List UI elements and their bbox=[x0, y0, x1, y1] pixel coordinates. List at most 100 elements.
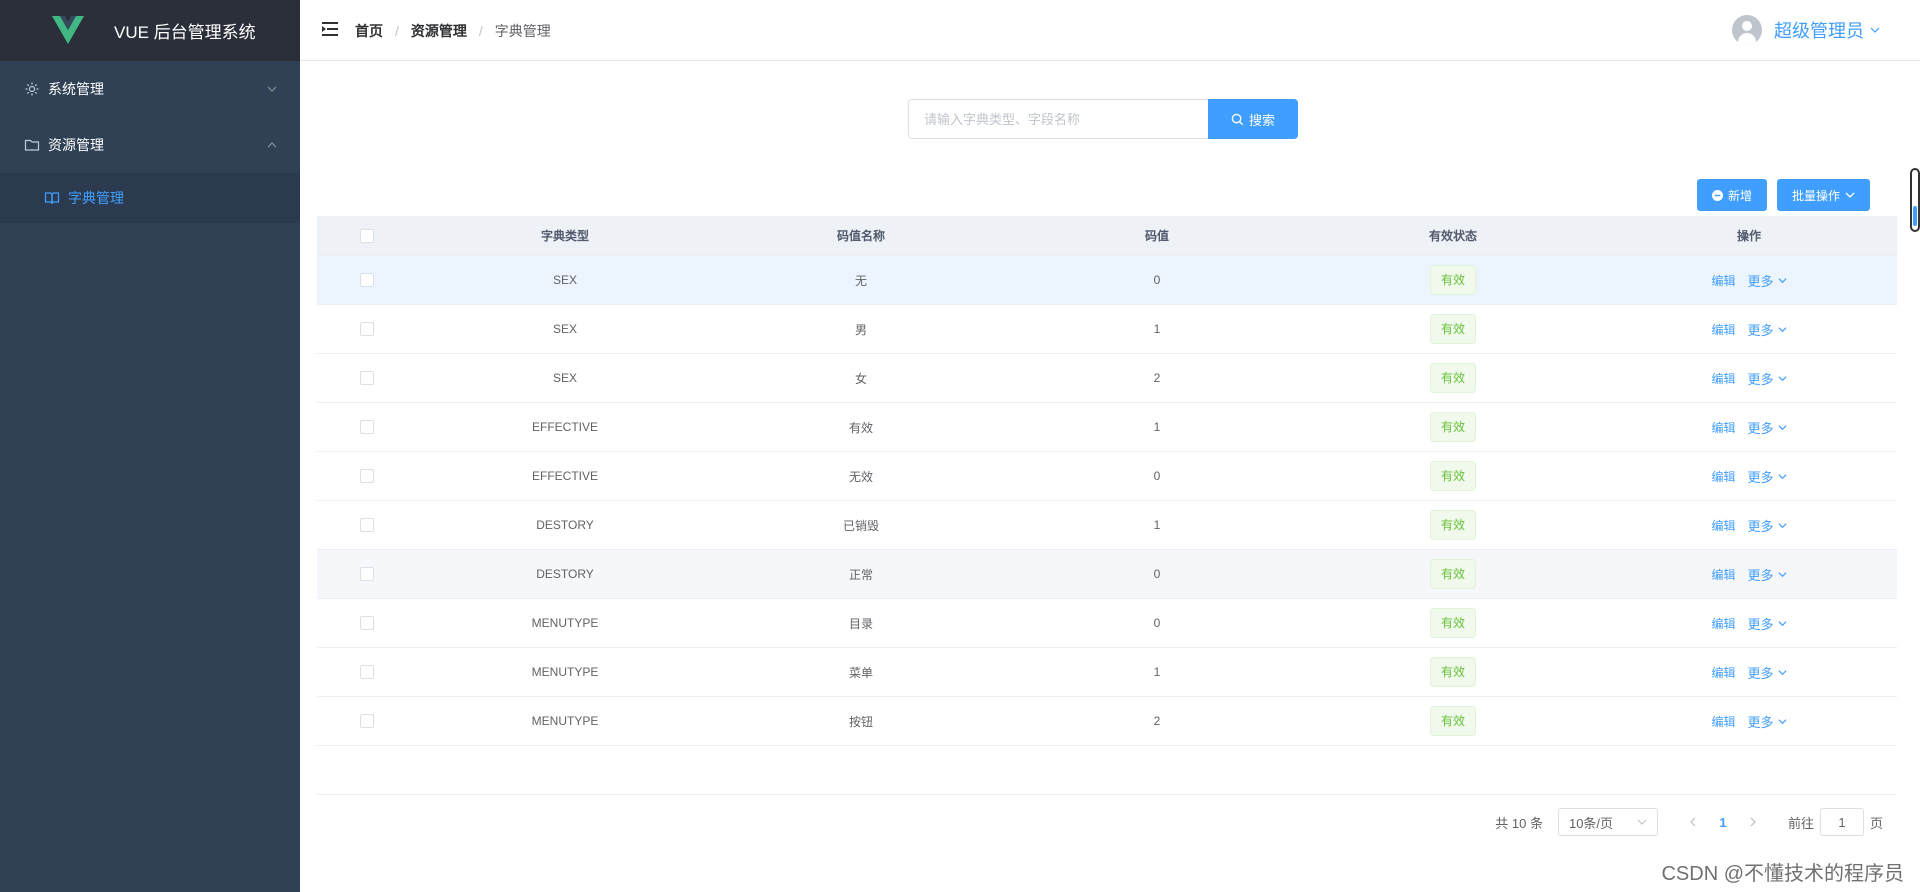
edit-link[interactable]: 编辑 bbox=[1711, 419, 1735, 436]
table-row[interactable]: MENUTYPE 按钮 2 有效 编辑 更多 bbox=[317, 697, 1897, 746]
edit-link[interactable]: 编辑 bbox=[1711, 272, 1735, 289]
user-menu[interactable]: 超级管理员 bbox=[1732, 15, 1880, 45]
more-dropdown[interactable]: 更多 bbox=[1748, 663, 1787, 682]
column-header[interactable]: 码值名称 bbox=[713, 227, 1009, 244]
edit-link[interactable]: 编辑 bbox=[1711, 713, 1735, 730]
chevron-down-icon bbox=[1845, 192, 1855, 198]
chevron-down-icon bbox=[1870, 27, 1880, 33]
avatar bbox=[1732, 15, 1762, 45]
more-dropdown[interactable]: 更多 bbox=[1748, 516, 1787, 535]
edit-link[interactable]: 编辑 bbox=[1711, 566, 1735, 583]
status-badge: 有效 bbox=[1429, 559, 1476, 589]
chevron-down-icon bbox=[1637, 819, 1647, 825]
search-button[interactable]: 搜索 bbox=[1208, 99, 1298, 139]
cell-code-value: 1 bbox=[1153, 322, 1161, 336]
table-row[interactable]: SEX 女 2 有效 编辑 更多 bbox=[317, 354, 1897, 403]
search-bar: 搜索 bbox=[908, 99, 1298, 139]
column-header[interactable]: 字典类型 bbox=[417, 227, 713, 244]
more-dropdown[interactable]: 更多 bbox=[1748, 467, 1787, 486]
edit-link[interactable]: 编辑 bbox=[1711, 370, 1735, 387]
column-header[interactable]: 有效状态 bbox=[1305, 227, 1601, 244]
cell-code-name: 正常 bbox=[848, 567, 873, 582]
main-content: 搜索 新增 批量操作 字典类型 码值名称 码值 有效状态 操作 SEX无0有效编… bbox=[300, 61, 1920, 892]
logo-area[interactable]: VUE 后台管理系统 bbox=[0, 0, 300, 61]
row-checkbox[interactable] bbox=[360, 371, 374, 385]
cell-dict-type: SEX bbox=[552, 371, 577, 385]
breadcrumb-home[interactable]: 首页 bbox=[355, 21, 383, 41]
more-label: 更多 bbox=[1747, 567, 1774, 583]
table-row[interactable]: SEX 无 0 有效 编辑 更多 bbox=[317, 256, 1897, 305]
book-icon bbox=[44, 190, 60, 206]
cell-dict-type: MENUTYPE bbox=[531, 714, 599, 728]
more-dropdown[interactable]: 更多 bbox=[1748, 614, 1787, 633]
row-checkbox[interactable] bbox=[360, 567, 374, 581]
row-checkbox[interactable] bbox=[360, 518, 374, 532]
table-row[interactable]: DESTORY 已销毁 1 有效 编辑 更多 bbox=[317, 501, 1897, 550]
cell-code-value: 0 bbox=[1153, 273, 1161, 287]
edit-link[interactable]: 编辑 bbox=[1711, 468, 1735, 485]
row-checkbox[interactable] bbox=[360, 714, 374, 728]
edit-link[interactable]: 编辑 bbox=[1711, 615, 1735, 632]
more-dropdown[interactable]: 更多 bbox=[1748, 369, 1787, 388]
table-footer-line bbox=[317, 746, 1897, 795]
breadcrumb-resource[interactable]: 资源管理 bbox=[411, 21, 467, 41]
row-checkbox-cell bbox=[317, 714, 417, 728]
column-header[interactable]: 操作 bbox=[1601, 227, 1897, 244]
sidebar-item-dictionary[interactable]: 字典管理 bbox=[0, 173, 300, 223]
chevron-down-icon bbox=[1778, 424, 1787, 430]
row-checkbox-cell bbox=[317, 616, 417, 630]
sidebar-item-system[interactable]: 系统管理 bbox=[0, 61, 300, 117]
row-checkbox[interactable] bbox=[360, 322, 374, 336]
jump-page-input[interactable] bbox=[1819, 808, 1864, 836]
row-checkbox[interactable] bbox=[360, 469, 374, 483]
page-scrollbar[interactable] bbox=[1910, 168, 1920, 232]
edit-link[interactable]: 编辑 bbox=[1711, 321, 1735, 338]
select-all-checkbox[interactable] bbox=[360, 228, 374, 243]
prev-page-button[interactable] bbox=[1678, 808, 1708, 836]
more-dropdown[interactable]: 更多 bbox=[1748, 565, 1787, 584]
table-row[interactable]: DESTORY 正常 0 有效 编辑 更多 bbox=[317, 550, 1897, 599]
page-jumper: 前往 页 bbox=[1788, 808, 1883, 836]
cell-dict-type: DESTORY bbox=[536, 567, 594, 581]
cell-code-value: 1 bbox=[1153, 665, 1161, 679]
more-dropdown[interactable]: 更多 bbox=[1748, 712, 1787, 731]
row-checkbox[interactable] bbox=[360, 616, 374, 630]
add-button[interactable]: 新增 bbox=[1696, 179, 1767, 211]
table-row[interactable]: EFFECTIVE 无效 0 有效 编辑 更多 bbox=[317, 452, 1897, 501]
cell-dict-type: MENUTYPE bbox=[531, 616, 599, 630]
status-badge: 有效 bbox=[1429, 363, 1476, 393]
more-dropdown[interactable]: 更多 bbox=[1748, 418, 1787, 437]
batch-actions-button[interactable]: 批量操作 bbox=[1776, 179, 1870, 211]
chevron-down-icon bbox=[1778, 326, 1787, 332]
cell-actions: 编辑 更多 bbox=[1601, 271, 1897, 290]
cell-dict-type: MENUTYPE bbox=[531, 665, 599, 679]
more-dropdown[interactable]: 更多 bbox=[1748, 271, 1787, 290]
row-checkbox[interactable] bbox=[360, 665, 374, 679]
more-dropdown[interactable]: 更多 bbox=[1748, 320, 1787, 339]
table-row[interactable]: EFFECTIVE 有效 1 有效 编辑 更多 bbox=[317, 403, 1897, 452]
page-size-select[interactable]: 10条/页 bbox=[1557, 808, 1658, 836]
cell-actions: 编辑 更多 bbox=[1601, 712, 1897, 731]
cell-code-value: 0 bbox=[1153, 616, 1161, 630]
hamburger-icon[interactable] bbox=[322, 22, 338, 36]
table-row[interactable]: SEX 男 1 有效 编辑 更多 bbox=[317, 305, 1897, 354]
search-input[interactable] bbox=[908, 99, 1208, 139]
row-checkbox[interactable] bbox=[360, 420, 374, 434]
table-row[interactable]: MENUTYPE 目录 0 有效 编辑 更多 bbox=[317, 599, 1897, 648]
edit-link[interactable]: 编辑 bbox=[1711, 664, 1735, 681]
column-header[interactable]: 码值 bbox=[1009, 227, 1305, 244]
cell-code-name: 菜单 bbox=[848, 665, 873, 680]
more-label: 更多 bbox=[1747, 518, 1774, 534]
sidebar-item-label: 字典管理 bbox=[68, 190, 124, 206]
page-number[interactable]: 1 bbox=[1708, 808, 1738, 836]
next-page-button[interactable] bbox=[1738, 808, 1768, 836]
cell-code-name: 按钮 bbox=[848, 714, 873, 729]
row-checkbox[interactable] bbox=[360, 273, 374, 287]
table-row[interactable]: MENUTYPE 菜单 1 有效 编辑 更多 bbox=[317, 648, 1897, 697]
edit-link[interactable]: 编辑 bbox=[1711, 517, 1735, 534]
sidebar-item-resource[interactable]: 资源管理 bbox=[0, 117, 300, 173]
cell-dict-type: SEX bbox=[552, 322, 577, 336]
table-toolbar: 新增 批量操作 bbox=[1696, 179, 1870, 211]
status-badge: 有效 bbox=[1429, 265, 1476, 295]
chevron-down-icon bbox=[1778, 277, 1787, 283]
